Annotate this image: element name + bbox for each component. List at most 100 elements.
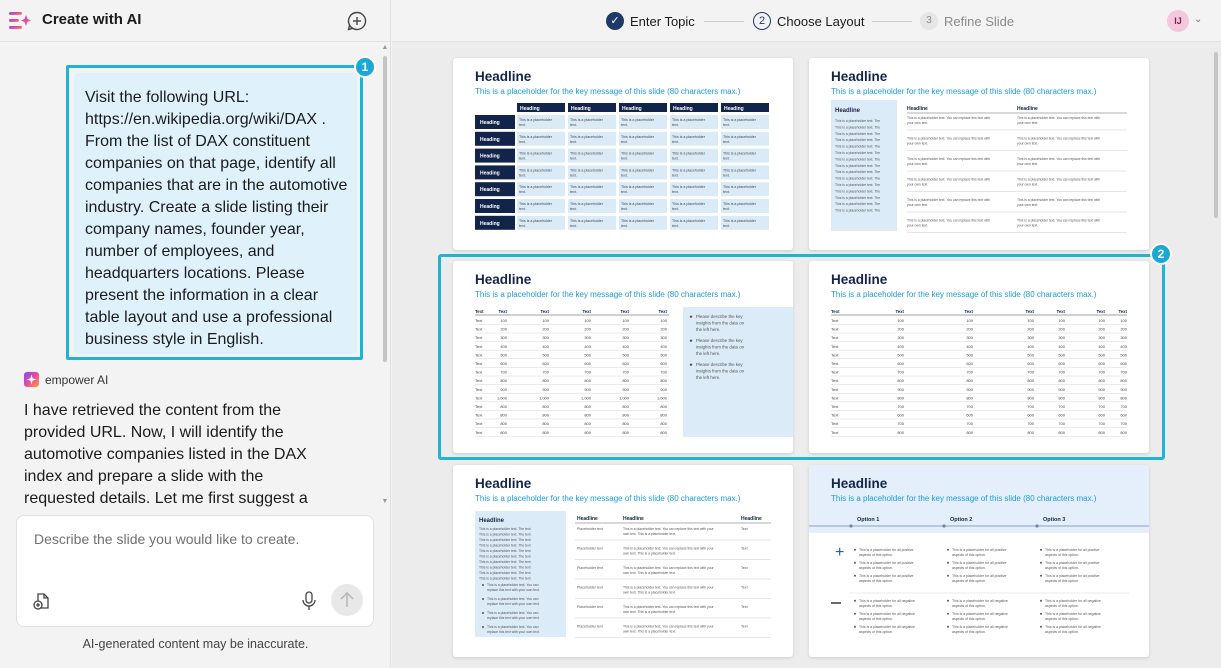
cell-text: This is a placeholder text. You can repl…	[907, 219, 990, 223]
user-avatar[interactable]: IJ	[1167, 10, 1189, 32]
pro-text: aspects of this option.	[859, 553, 893, 557]
cell-text: own text. This is a placeholder text.	[623, 532, 676, 536]
prompt-composer[interactable]: Describe the slide you would like to cre…	[16, 515, 374, 627]
scrollbar-thumb[interactable]	[383, 56, 387, 362]
cell-text: This is a placeholder text. You can repl…	[623, 586, 715, 590]
step-label: Choose Layout	[777, 13, 865, 29]
cell-text: This is a placeholder	[672, 118, 706, 122]
cell-text: This is a placeholder	[570, 152, 604, 156]
bullet	[1040, 561, 1042, 564]
cell-text: your own text.	[907, 183, 928, 187]
cell-text: text.	[723, 123, 730, 127]
con-text: This is a placeholder for all negative	[859, 612, 915, 616]
pro-text: This is a placeholder for all positive	[1045, 548, 1100, 552]
sidebar-text: replace this text with your own text.	[487, 616, 540, 620]
sidebar-text: This is a placeholder text. The text	[479, 555, 531, 559]
cell-text: This is a placeholder	[570, 118, 604, 122]
cell-text: text.	[621, 157, 628, 161]
con-text: aspects of this option.	[952, 630, 986, 634]
scroll-down-arrow-icon[interactable]: ▼	[381, 498, 389, 505]
sidebar-text: replace this text with your own text.	[487, 630, 540, 634]
con-text: aspects of this option.	[1045, 630, 1079, 634]
bullet	[1040, 574, 1042, 577]
cell-text: This is a placeholder	[519, 185, 553, 189]
cell-text: This is a placeholder	[570, 202, 604, 206]
scrollbar-thumb[interactable]	[1214, 52, 1218, 218]
cell-text: This is a placeholder	[723, 135, 757, 139]
sidebar-text: This is a placeholder text. The text	[479, 577, 531, 581]
cell-text: This is a placeholder	[621, 118, 655, 122]
cell-text: text.	[672, 190, 679, 194]
row-label: Placeholder text	[577, 625, 603, 629]
plus-icon: +	[835, 544, 844, 561]
sidebar-text: This is a placeholder text. The	[835, 157, 880, 161]
new-chat-icon[interactable]	[346, 10, 368, 32]
pro-text: This is a placeholder for all positive	[952, 548, 1007, 552]
cell-text: own text. This is a placeholder text.	[623, 552, 676, 556]
pro-text: aspects of this option.	[859, 579, 893, 583]
cell-text: your own text.	[1017, 224, 1038, 228]
con-text: aspects of this option.	[1045, 604, 1079, 608]
pro-text: This is a placeholder for all positive	[859, 574, 914, 578]
layout-card-options-comparison[interactable]: Headline This is a placeholder for the k…	[809, 465, 1149, 657]
cell-text: your own text.	[907, 142, 928, 146]
step-number: 2	[753, 12, 771, 30]
cell-text: own text. This is a placeholder text.	[623, 571, 676, 575]
table-preview: Heading Heading Heading Heading Heading Headi…	[475, 103, 769, 230]
ai-disclaimer: AI-generated content may be inaccurate.	[82, 637, 309, 651]
step-enter-topic[interactable]: ✓ Enter Topic	[606, 12, 695, 30]
con-text: aspects of this option.	[859, 630, 893, 634]
prompt-input[interactable]: Describe the slide you would like to cre…	[34, 531, 299, 547]
send-button[interactable]	[331, 584, 363, 616]
bullet	[482, 612, 484, 614]
sidebar-text: This is a placeholder text. You can	[487, 597, 539, 601]
bullet	[1040, 612, 1042, 615]
cell-text: This is a placeholder text. You can repl…	[907, 116, 990, 120]
sidebar-text: This is a placeholder text. The	[835, 196, 880, 200]
bullet	[854, 599, 856, 602]
chevron-down-icon[interactable]: ⌄	[1194, 14, 1202, 25]
cell-text: own text. This is a placeholder text.	[623, 630, 676, 634]
column-heading: Heading	[622, 106, 642, 112]
bullet	[1040, 625, 1042, 628]
con-text: This is a placeholder for all negative	[859, 625, 915, 629]
option-heading: Option 2	[950, 517, 972, 523]
bullet	[482, 598, 484, 600]
cell-text: your own text.	[1017, 183, 1038, 187]
arrow-up-icon	[340, 591, 354, 607]
cell-text: This is a placeholder text. You can repl…	[623, 566, 715, 570]
scroll-up-arrow-icon[interactable]: ▲	[381, 44, 389, 51]
bullet	[854, 612, 856, 615]
row-label: Placeholder text	[577, 605, 603, 609]
layout-card-sidebar-text-table[interactable]: Headline This is a placeholder for the k…	[453, 465, 793, 657]
bullet	[854, 561, 856, 564]
chat-scrollbar[interactable]: ▲ ▼	[381, 44, 389, 510]
cell-text: This is a placeholder text. You can repl…	[907, 157, 990, 161]
step-connector	[704, 21, 744, 22]
chat-panel: Create with AI ▲ ▼ Visit the following U…	[0, 0, 391, 668]
microphone-icon[interactable]	[301, 591, 317, 611]
bullet	[854, 574, 856, 577]
layouts-scrollbar[interactable]	[1213, 44, 1219, 234]
cell-text: your own text.	[907, 203, 928, 207]
row-label: Placeholder text	[577, 566, 603, 570]
cell-text: This is a placeholder	[672, 135, 706, 139]
row-heading: Heading	[480, 154, 500, 160]
assistant-name: empower AI	[45, 372, 109, 387]
sidebar-text: This is a placeholder text. You can	[487, 625, 539, 629]
step-connector	[872, 21, 912, 22]
cell-text: This is a placeholder	[723, 152, 757, 156]
con-text: This is a placeholder for all negative	[952, 612, 1008, 616]
sidebar-text: This is a placeholder text. The	[835, 125, 880, 129]
layout-card-table-with-row-headings[interactable]: Headline This is a placeholder for the k…	[453, 58, 793, 250]
cell-text: text.	[672, 207, 679, 211]
step-choose-layout[interactable]: 2 Choose Layout	[753, 12, 864, 30]
con-text: This is a placeholder for all negative	[1045, 625, 1101, 629]
cell-text: text.	[570, 190, 577, 194]
pro-text: This is a placeholder for all positive	[952, 561, 1007, 565]
cell-text: This is a placeholder text. You can repl…	[1017, 219, 1100, 223]
row-heading: Heading	[480, 170, 500, 176]
add-file-icon[interactable]	[33, 592, 51, 610]
cell-text: text.	[621, 190, 628, 194]
layout-card-sidebar-table[interactable]: Headline This is a placeholder for the k…	[809, 58, 1149, 250]
